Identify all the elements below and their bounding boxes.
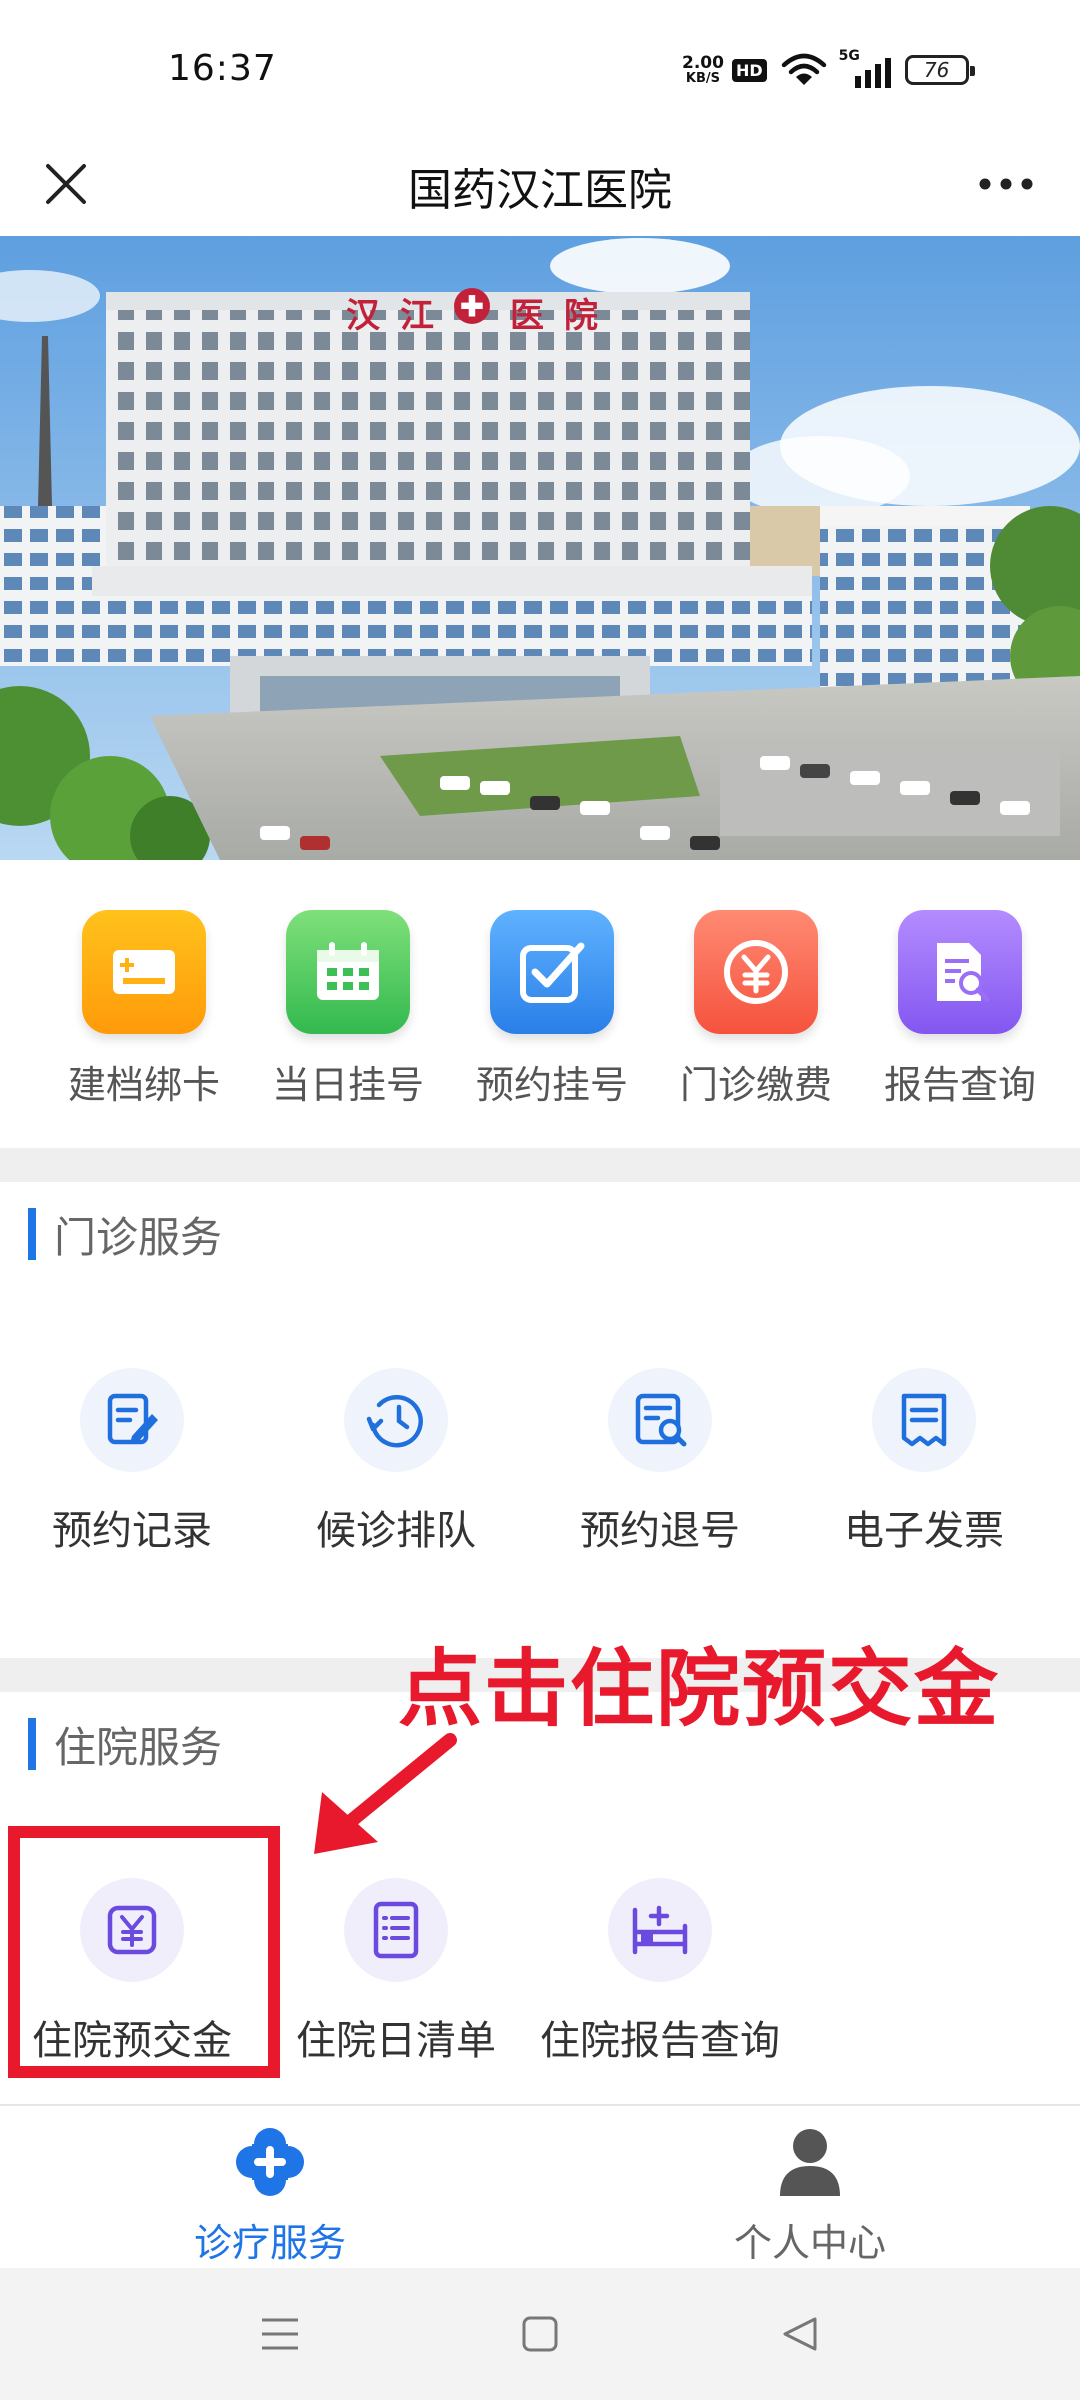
section-header: 门诊服务 — [28, 1208, 222, 1262]
card-icon — [82, 910, 206, 1034]
sign-char: 江 — [400, 296, 434, 336]
menu-button[interactable] — [150, 2284, 410, 2384]
section-title: 住院服务 — [54, 1722, 223, 1772]
sign-char: 院 — [564, 296, 598, 336]
quick-action-report[interactable]: 报告查询 — [858, 860, 1062, 1148]
service-label: 预约退号 — [580, 1508, 740, 1554]
checkbox-icon — [490, 910, 614, 1034]
outpatient-section: 门诊服务 预约记录 候诊排队 预约退号 电子发票 — [0, 1182, 1080, 1658]
hospital-sign: 汉 江 ✚ 医 院 — [346, 288, 598, 337]
service-e-invoice[interactable]: 电子发票 — [792, 1368, 1056, 1556]
back-icon — [783, 2317, 817, 2351]
service-appointment-records[interactable]: 预约记录 — [0, 1368, 264, 1556]
signal-icon: 5G — [839, 48, 893, 90]
quick-action-label: 报告查询 — [883, 1063, 1036, 1107]
status-indicators: 2.00 KB/S HD 5G 76 — [682, 48, 975, 90]
quick-action-same-day[interactable]: 当日挂号 — [246, 860, 450, 1148]
more-icon — [979, 178, 1033, 190]
status-bar: 16:37 2.00 KB/S HD 5G 76 — [0, 0, 1080, 132]
close-button[interactable] — [30, 148, 102, 220]
annotation-text: 点击住院预交金 — [398, 1640, 1001, 1738]
more-button[interactable] — [970, 148, 1042, 220]
network-speed-value: 2.00 — [682, 52, 724, 73]
quick-action-label: 当日挂号 — [271, 1063, 424, 1107]
clock-queue-icon — [344, 1368, 448, 1472]
menu-icon — [262, 2318, 298, 2350]
status-time: 16:37 — [168, 48, 277, 89]
quick-action-label: 建档绑卡 — [67, 1063, 220, 1107]
system-nav-bar — [0, 2268, 1080, 2400]
list-doc-icon — [344, 1878, 448, 1982]
service-waiting-queue[interactable]: 候诊排队 — [264, 1368, 528, 1556]
section-accent-bar — [28, 1718, 36, 1770]
quick-action-register-card[interactable]: 建档绑卡 — [42, 860, 246, 1148]
quick-action-appointment[interactable]: 预约挂号 — [450, 860, 654, 1148]
wifi-icon — [781, 53, 826, 85]
home-button[interactable] — [410, 2284, 670, 2384]
section-accent-bar — [28, 1208, 36, 1260]
home-icon — [522, 2316, 558, 2352]
close-icon — [46, 164, 86, 204]
service-inpatient-report[interactable]: 住院报告查询 — [528, 1878, 792, 2066]
quick-action-label: 预约挂号 — [475, 1063, 628, 1107]
sign-char: 医 — [510, 296, 544, 336]
report-search-icon — [898, 910, 1022, 1034]
medical-cross-icon — [230, 2122, 310, 2202]
section-title: 门诊服务 — [54, 1212, 223, 1262]
hd-badge: HD — [731, 58, 767, 82]
bed-icon — [608, 1878, 712, 1982]
page-title: 国药汉江医院 — [408, 165, 672, 216]
calendar-icon — [286, 910, 410, 1034]
tab-label: 诊疗服务 — [193, 2221, 346, 2265]
invoice-icon — [872, 1368, 976, 1472]
sign-cross-icon: ✚ — [454, 288, 490, 324]
service-label: 预约记录 — [52, 1508, 212, 1554]
sign-char: 汉 — [346, 296, 380, 336]
annotation-arrow-icon — [314, 1733, 457, 1854]
quick-action-payment[interactable]: 门诊缴费 — [654, 860, 858, 1148]
tab-label: 个人中心 — [733, 2221, 886, 2265]
service-label: 住院报告查询 — [540, 2018, 780, 2064]
search-doc-icon — [608, 1368, 712, 1472]
service-cancel-appointment[interactable]: 预约退号 — [528, 1368, 792, 1556]
service-label: 电子发票 — [844, 1508, 1004, 1554]
hospital-banner[interactable]: 汉 江 ✚ 医 院 — [0, 236, 1080, 860]
service-label: 候诊排队 — [316, 1508, 476, 1554]
app-header: 国药汉江医院 — [0, 132, 1080, 236]
network-speed: 2.00 KB/S — [682, 52, 724, 86]
battery-level: 76 — [923, 58, 950, 82]
edit-record-icon — [80, 1368, 184, 1472]
yen-coin-icon — [694, 910, 818, 1034]
service-label: 住院日清单 — [296, 2018, 496, 2064]
tab-medical-services[interactable]: 诊疗服务 — [0, 2106, 540, 2268]
battery-icon: 76 — [904, 55, 975, 85]
highlight-box — [8, 1826, 280, 2078]
person-icon — [770, 2122, 850, 2202]
quick-action-label: 门诊缴费 — [679, 1063, 832, 1107]
service-daily-bill[interactable]: 住院日清单 — [264, 1878, 528, 2066]
tab-personal-center[interactable]: 个人中心 — [540, 2106, 1080, 2268]
section-divider — [0, 1148, 1080, 1182]
section-header: 住院服务 — [28, 1718, 222, 1772]
network-speed-unit: KB/S — [685, 70, 721, 86]
back-button[interactable] — [670, 2284, 930, 2384]
outpatient-services: 预约记录 候诊排队 预约退号 电子发票 — [0, 1368, 1056, 1556]
quick-actions: 建档绑卡 当日挂号 预约挂号 门诊缴费 报告查询 — [0, 860, 1080, 1148]
tab-bar: 诊疗服务 个人中心 — [0, 2104, 1080, 2268]
